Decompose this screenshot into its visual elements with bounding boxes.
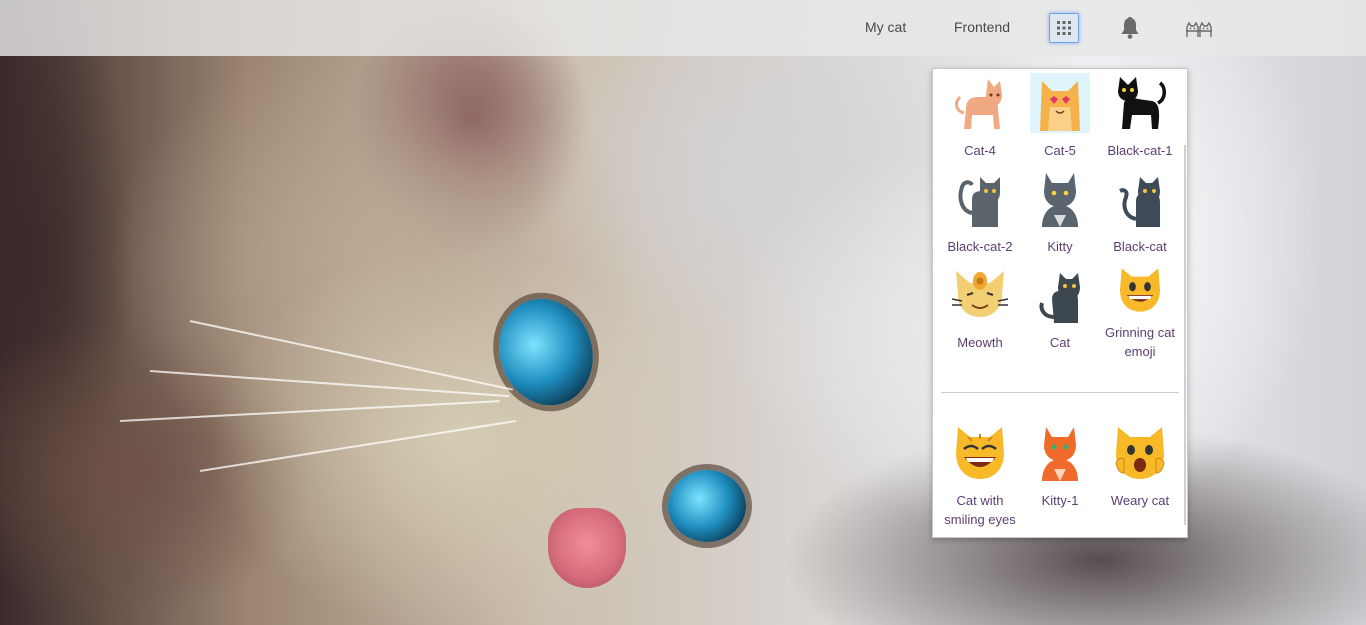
apps-grid-secondary: Cat with smiling eyes Kitty-1 Weary cat bbox=[933, 423, 1187, 533]
divider bbox=[941, 392, 1179, 393]
cat-5-icon bbox=[1030, 73, 1090, 133]
app-label: Weary cat bbox=[1110, 493, 1170, 508]
user-menu-button[interactable] bbox=[1184, 14, 1214, 42]
app-weary-cat[interactable]: Weary cat bbox=[1100, 423, 1180, 533]
apps-button[interactable] bbox=[1049, 13, 1079, 43]
app-black-cat-2[interactable]: Black-cat-2 bbox=[940, 169, 1020, 265]
whisker bbox=[149, 370, 510, 398]
whisker bbox=[189, 320, 513, 391]
app-cat[interactable]: Cat bbox=[1020, 265, 1100, 361]
app-label: Black-cat bbox=[1113, 239, 1167, 254]
app-black-cat-1[interactable]: Black-cat-1 bbox=[1100, 73, 1180, 169]
cat-nose bbox=[548, 508, 626, 588]
black-cat-1-icon bbox=[1118, 77, 1166, 129]
app-label: Cat with smiling eyes bbox=[944, 493, 1016, 527]
app-label: Kitty-1 bbox=[1041, 493, 1079, 508]
smiling-eyes-cat-icon bbox=[956, 427, 1004, 479]
weary-cat-icon bbox=[1115, 427, 1165, 479]
kitty-1-icon bbox=[1042, 427, 1078, 481]
cat-eye-right bbox=[668, 470, 746, 542]
cats-icon bbox=[1186, 21, 1212, 37]
whisker bbox=[119, 400, 500, 422]
meowth-icon bbox=[951, 271, 1009, 317]
app-kitty-1[interactable]: Kitty-1 bbox=[1020, 423, 1100, 533]
nav-link-frontend[interactable]: Frontend bbox=[954, 19, 1010, 35]
black-cat-2-icon bbox=[958, 177, 1000, 227]
cat-4-icon bbox=[955, 79, 1002, 129]
apps-grid-primary: Cat-4 Cat-5 Black-cat-1 Black-cat-2 Kitt… bbox=[933, 73, 1187, 361]
whisker bbox=[199, 419, 517, 472]
app-grinning-cat-emoji[interactable]: Grinning cat emoji bbox=[1100, 265, 1180, 361]
app-label: Cat-5 bbox=[1044, 143, 1076, 158]
app-label: Cat bbox=[1049, 335, 1071, 350]
black-cat-icon bbox=[1119, 177, 1160, 227]
cat-icon bbox=[1039, 273, 1080, 323]
grid-icon bbox=[1057, 21, 1071, 35]
grinning-cat-icon bbox=[1120, 268, 1160, 312]
app-cat-5[interactable]: Cat-5 bbox=[1020, 73, 1100, 169]
notifications-button[interactable] bbox=[1116, 14, 1144, 42]
kitty-icon bbox=[1042, 173, 1078, 227]
app-label: Kitty bbox=[1047, 239, 1073, 254]
app-cat-with-smiling-eyes[interactable]: Cat with smiling eyes bbox=[940, 423, 1020, 533]
app-cat-4[interactable]: Cat-4 bbox=[940, 73, 1020, 169]
app-kitty[interactable]: Kitty bbox=[1020, 169, 1100, 265]
app-label: Grinning cat emoji bbox=[1104, 325, 1176, 359]
app-meowth[interactable]: Meowth bbox=[940, 265, 1020, 361]
app-label: Meowth bbox=[957, 335, 1003, 350]
app-label: Black-cat-2 bbox=[947, 239, 1013, 254]
app-black-cat[interactable]: Black-cat bbox=[1100, 169, 1180, 265]
nav-link-my-cat[interactable]: My cat bbox=[865, 19, 906, 35]
app-label: Black-cat-1 bbox=[1107, 143, 1173, 158]
top-bar: My cat Frontend bbox=[0, 0, 1366, 56]
cat-eye-left bbox=[485, 286, 607, 418]
app-label: Cat-4 bbox=[964, 143, 996, 158]
bell-icon bbox=[1121, 17, 1139, 39]
apps-dropdown: Cat-4 Cat-5 Black-cat-1 Black-cat-2 Kitt… bbox=[932, 68, 1188, 538]
